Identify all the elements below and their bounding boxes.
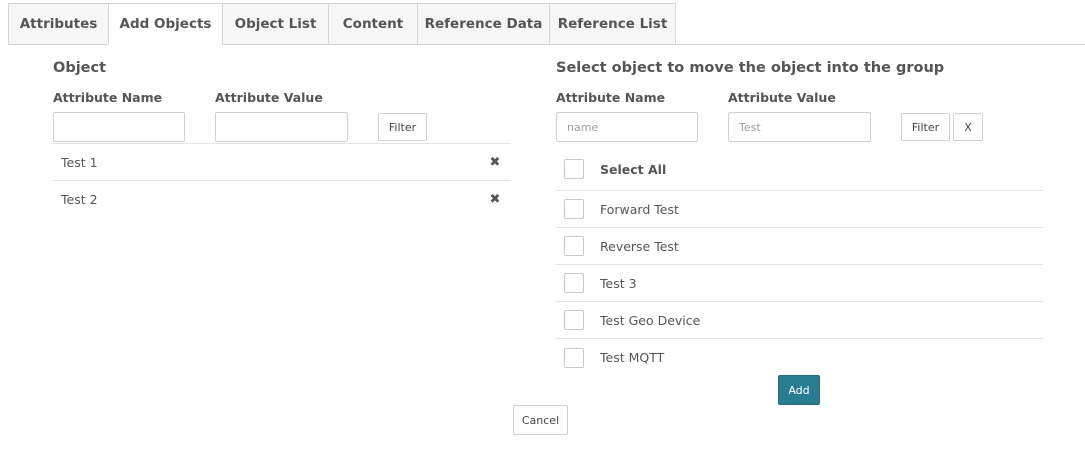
list-item: Forward Test [556,191,1043,228]
right-filter-button[interactable]: Filter [901,113,950,141]
tab-reference-data[interactable]: Reference Data [417,3,550,45]
left-filter-button[interactable]: Filter [378,113,427,141]
list-item-label: Test 2 [61,191,98,207]
add-button[interactable]: Add [778,375,820,405]
tab-attributes[interactable]: Attributes [8,3,109,45]
list-item-label: Test MQTT [600,350,665,365]
item-checkbox[interactable] [564,199,584,219]
list-item: Test Geo Device [556,302,1043,339]
item-checkbox[interactable] [564,347,584,368]
tab-bar-divider [676,44,1085,45]
select-all-label: Select All [600,161,667,177]
select-all-row: Select All [556,148,1043,191]
item-checkbox[interactable] [564,310,584,330]
right-attribute-value-label: Attribute Value [728,90,836,105]
list-item: Test 1 ✖ [53,143,511,180]
list-item: Test 3 [556,265,1043,302]
left-attribute-value-label: Attribute Value [215,90,323,105]
remove-icon[interactable]: ✖ [485,152,505,172]
right-attribute-value-input[interactable] [728,112,871,142]
list-item-label: Test 3 [600,275,637,291]
left-attribute-name-input[interactable] [53,112,185,142]
select-all-checkbox[interactable] [564,159,584,179]
list-item-label: Test Geo Device [600,312,701,328]
object-section-title: Object [53,60,107,76]
left-attribute-name-label: Attribute Name [53,90,163,105]
list-item: Test MQTT [556,339,1043,376]
list-item: Reverse Test [556,228,1043,265]
right-attribute-name-input[interactable] [556,112,698,142]
list-item-label: Reverse Test [600,238,679,254]
tab-add-objects[interactable]: Add Objects [108,3,223,45]
tab-reference-list[interactable]: Reference List [549,3,676,45]
tab-content[interactable]: Content [328,3,418,45]
item-checkbox[interactable] [564,236,584,256]
remove-icon[interactable]: ✖ [485,189,505,209]
right-attribute-name-label: Attribute Name [556,90,666,105]
clear-filter-button[interactable]: X [953,113,983,141]
list-item-label: Test 1 [61,154,98,170]
cancel-button[interactable]: Cancel [513,405,568,435]
list-item-label: Forward Test [600,201,679,217]
item-checkbox[interactable] [564,273,584,293]
tab-bar: Attributes Add Objects Object List Conte… [8,3,676,45]
list-item: Test 2 ✖ [53,180,511,217]
tab-object-list[interactable]: Object List [222,3,329,45]
select-object-section-title: Select object to move the object into th… [556,60,945,76]
left-attribute-value-input[interactable] [215,112,348,142]
